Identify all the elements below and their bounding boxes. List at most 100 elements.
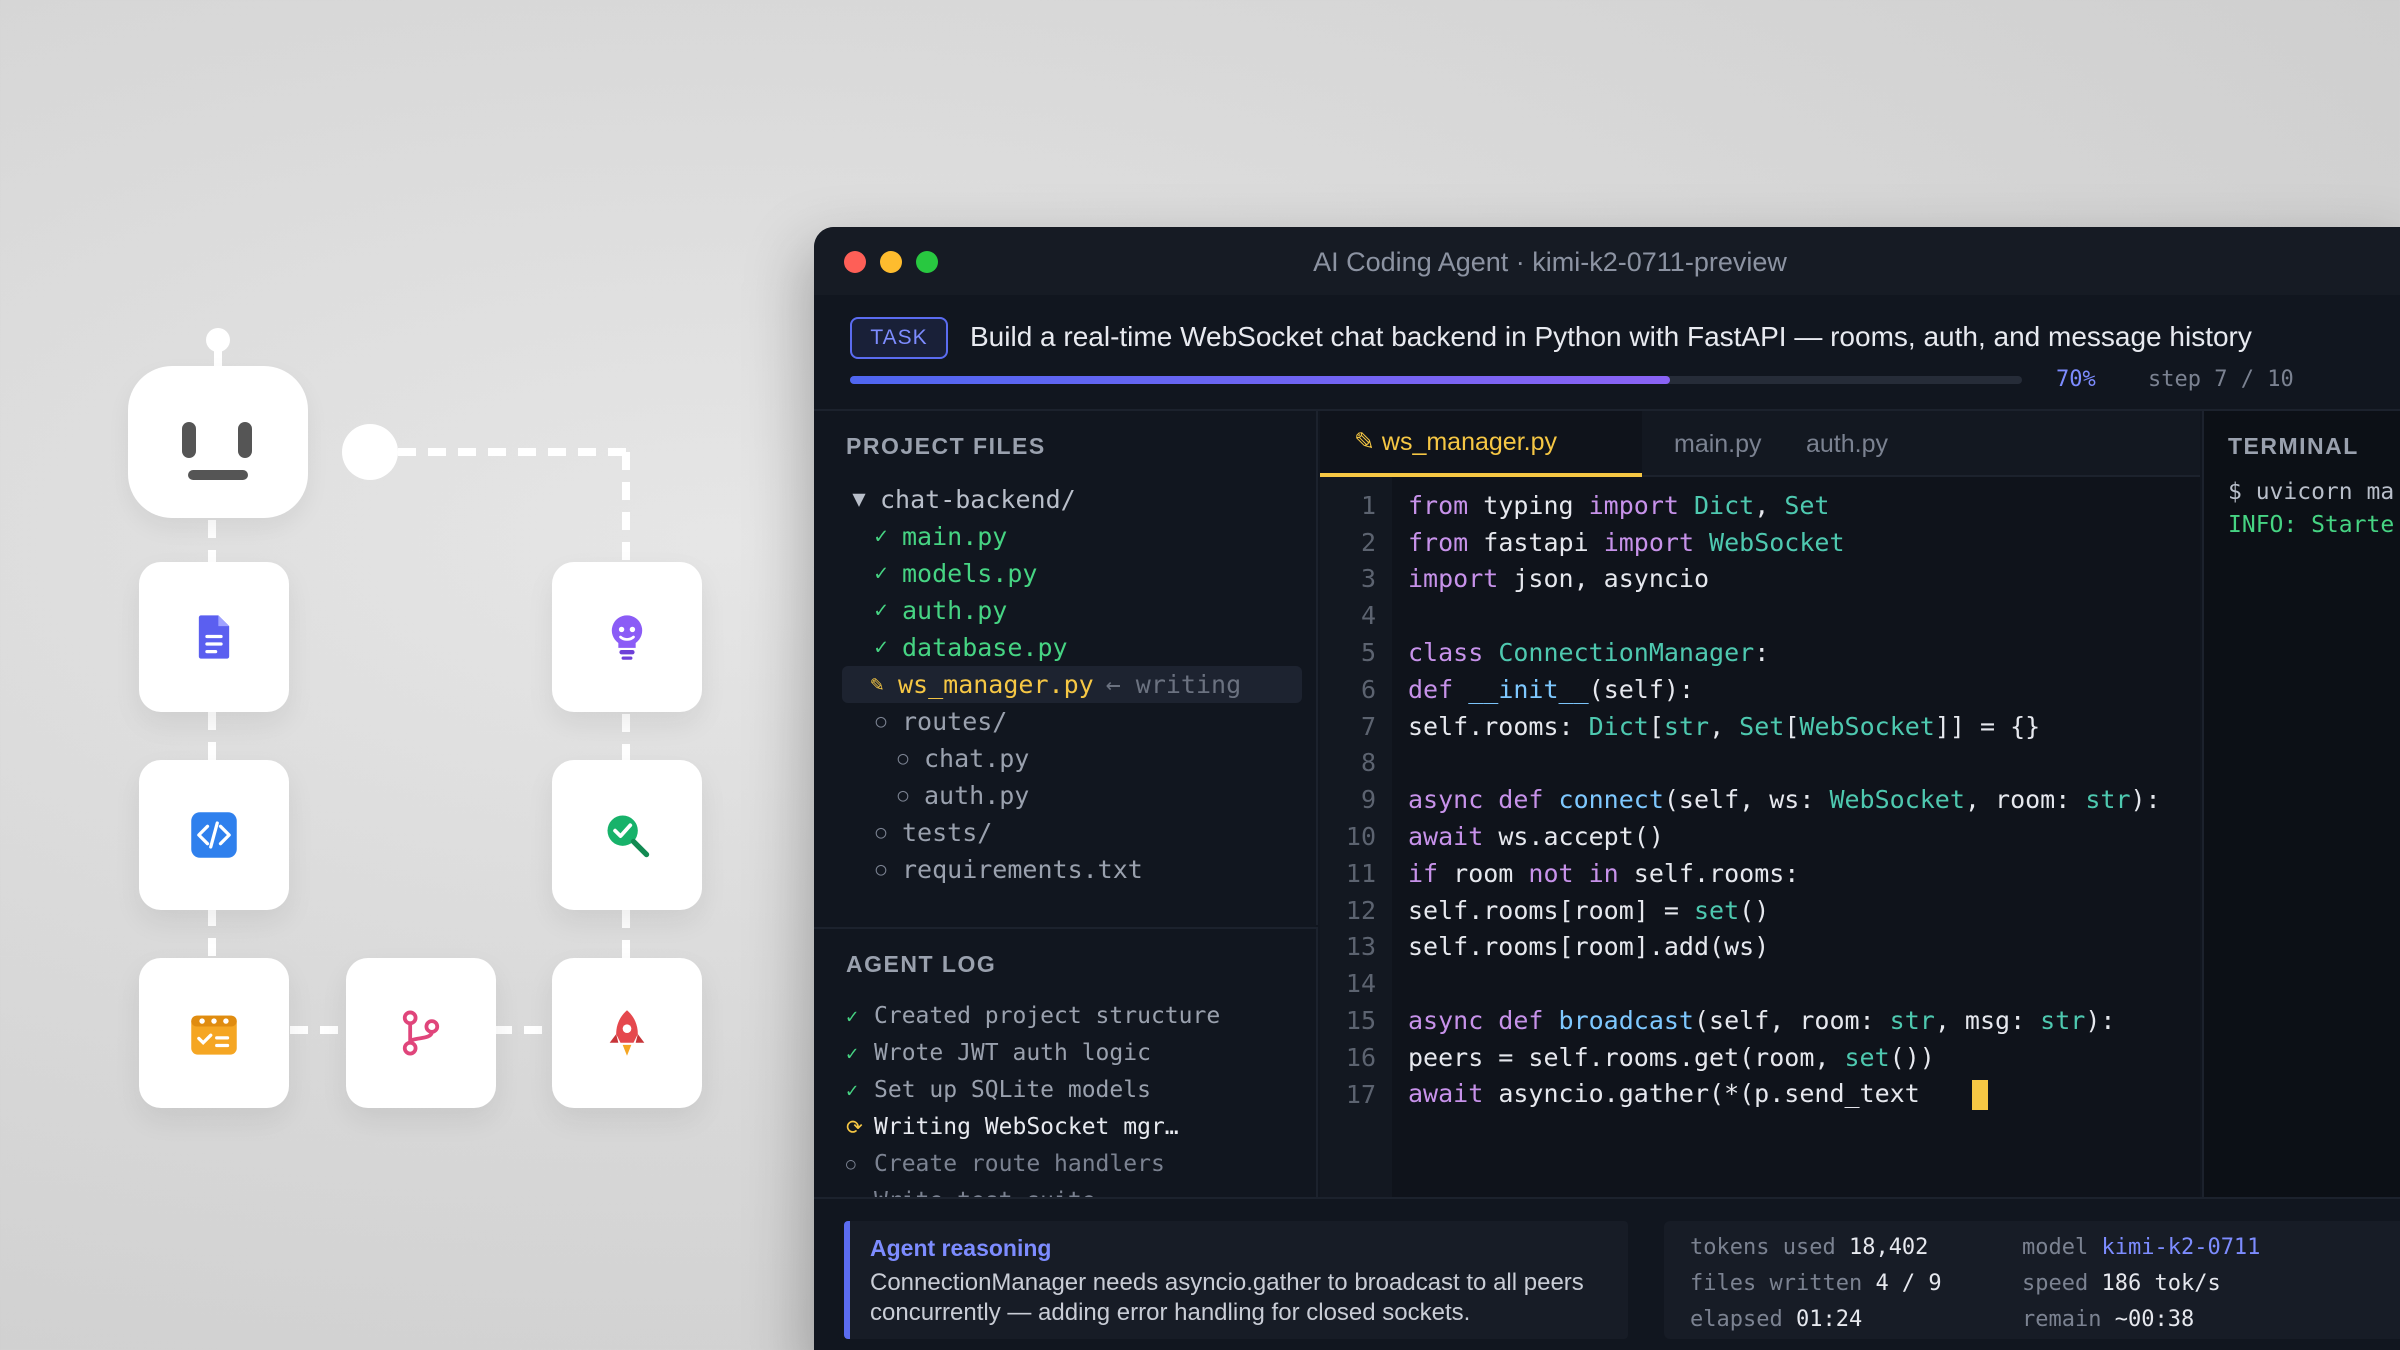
- code-text: async def broadcast(self, room: str, msg…: [1408, 1006, 2115, 1035]
- file-tree-item[interactable]: ✎ ws_manager.py ← writing: [842, 666, 1302, 703]
- line-number: 12: [1345, 895, 1376, 925]
- code-token: broadcast: [1558, 1006, 1694, 1036]
- code-token: ConnectionManager: [1498, 638, 1755, 668]
- check-icon: ✓: [846, 1003, 859, 1028]
- code-token: str: [1889, 1006, 1935, 1036]
- terminal-command-line: $ uvicorn ma: [2228, 479, 2395, 505]
- code-token: self.rooms[room].add(ws): [1408, 932, 1770, 962]
- file-tree-item[interactable]: ○ requirements.txt: [846, 851, 1306, 888]
- file-tree-item[interactable]: ✓ database.py: [846, 629, 1306, 666]
- code-token: set: [1693, 895, 1740, 925]
- code-editor[interactable]: ✎ ws_manager.py main.py auth.py 1 from typi…: [1320, 411, 2200, 1197]
- file-tree-item-label: chat-backend/: [880, 485, 1076, 514]
- code-icon: [191, 812, 237, 858]
- check-icon: ✓: [846, 1040, 859, 1065]
- line-number: 15: [1345, 1006, 1376, 1036]
- code-line: 9 async def connect(self, ws: WebSocket, …: [1320, 781, 2200, 818]
- agent-log-list: ✓ Created project structure ✓ Wrote JWT aut…: [846, 997, 1221, 1198]
- code-token: import: [1603, 527, 1710, 557]
- check-icon: ✓: [874, 524, 888, 549]
- code-text: import json, asyncio: [1408, 564, 1709, 593]
- line-number: 3: [1360, 564, 1376, 594]
- agent-window: AI Coding Agent · kimi-k2-0711-preview T…: [814, 227, 2400, 1350]
- agent-log-item-label: Created project structure: [874, 1002, 1221, 1029]
- file-tree-item[interactable]: ▼ chat-backend/: [846, 481, 1306, 518]
- code-token: not in: [1528, 858, 1634, 888]
- check-icon: ✓: [874, 561, 888, 586]
- code-token: WebSocket: [1799, 711, 1935, 741]
- line-number: 1: [1360, 490, 1376, 520]
- code-line: 15 async def broadcast(self, room: str, m…: [1320, 1002, 2200, 1039]
- code-token: from: [1408, 490, 1484, 520]
- file-tree-item[interactable]: ✓ models.py: [846, 555, 1306, 592]
- file-tree-item[interactable]: ○ chat.py: [846, 740, 1306, 777]
- robot-eye-right: [238, 422, 252, 458]
- code-line: 13 self.rooms[room].add(ws): [1320, 929, 2200, 966]
- code-token: str: [1663, 711, 1710, 741]
- agent-log-item: ⟳ Writing WebSocket mgr…: [846, 1108, 1220, 1145]
- code-text: from fastapi import WebSocket: [1408, 528, 1845, 557]
- code-token: class: [1408, 638, 1499, 668]
- code-token: WebSocket: [1829, 785, 1965, 815]
- editor-tab[interactable]: auth.py: [1806, 411, 1888, 477]
- agent-log-item: ○Write test suite: [846, 1182, 1220, 1198]
- agent-log-item-label: Create route handlers: [874, 1150, 1165, 1177]
- code-text: from typing import Dict, Set: [1408, 491, 1829, 520]
- terminal-panel[interactable]: TERMINAL $ uvicorn ma INFO: Starte: [2202, 411, 2400, 1197]
- file-status-note: ← writing: [1105, 670, 1242, 699]
- file-tree-item-label: chat.py: [924, 744, 1030, 773]
- file-tree-item[interactable]: ○ tests/: [846, 814, 1306, 851]
- code-line: 7 self.rooms: Dict[str, Set[WebSocket]] =…: [1320, 708, 2200, 745]
- code-token: await: [1408, 822, 1499, 852]
- code-token: self.rooms[room] =: [1408, 895, 1694, 925]
- code-text: self.rooms: Dict[str, Set[WebSocket]] = …: [1408, 712, 2040, 741]
- file-tree-item[interactable]: ○ routes/: [846, 703, 1306, 740]
- branch-icon: [402, 1010, 440, 1056]
- file-tree-item-label: auth.py: [902, 596, 1008, 625]
- agent-reasoning-title: Agent reasoning: [870, 1235, 1052, 1261]
- file-tree-item[interactable]: ✓ main.py: [846, 518, 1306, 555]
- code-token: , msg:: [1934, 1006, 2041, 1036]
- code-token: def: [1408, 674, 1469, 704]
- file-tree-item-label: database.py: [902, 633, 1068, 662]
- code-token: [: [1648, 711, 1664, 741]
- task-progress-bar: [850, 376, 2022, 384]
- stat-model: model kimi-k2-0711: [2022, 1235, 2261, 1260]
- code-area[interactable]: 1 from typing import Dict, Set 2 from fasta…: [1320, 487, 2200, 1113]
- line-number: 11: [1345, 858, 1376, 888]
- flow-step-plan: [139, 958, 289, 1108]
- line-number: 4: [1360, 601, 1376, 631]
- file-tree-item-label: requirements.txt: [902, 855, 1143, 884]
- code-token: , room:: [1964, 785, 2086, 815]
- project-files-panel: PROJECT FILES ▼ chat-backend/ ✓ main.py ✓ mod…: [814, 411, 1318, 925]
- line-number: 8: [1360, 748, 1376, 778]
- step-counter: step 7 / 10: [2148, 367, 2294, 392]
- code-line: 11 if room not in self.rooms:: [1320, 855, 2200, 892]
- check-icon: ✓: [874, 635, 888, 660]
- task-badge: TASK: [850, 317, 948, 359]
- rocket-icon: [609, 1010, 645, 1056]
- agent-log-panel: AGENT LOG ✓ Created project structure ✓ Wro…: [814, 927, 1318, 1197]
- editor-tab[interactable]: ✎ ws_manager.py: [1320, 411, 1642, 477]
- code-token: (): [1739, 895, 1770, 925]
- checklist-calendar-icon: [191, 1015, 237, 1055]
- search-check-icon: [607, 815, 650, 858]
- flow-step-review: [552, 760, 702, 910]
- code-token: str: [2040, 1006, 2086, 1036]
- code-line: 14: [1320, 965, 2200, 1002]
- code-token: async def: [1408, 785, 1559, 815]
- pencil-icon: ✎: [870, 672, 884, 697]
- agent-log-item: ✓ Set up SQLite models: [846, 1071, 1220, 1108]
- file-tree-item[interactable]: ✓ auth.py: [846, 592, 1306, 629]
- file-tree-item[interactable]: ○ auth.py: [846, 777, 1306, 814]
- code-token: asyncio.gather(*(p.send_text: [1498, 1078, 1920, 1108]
- code-text: peers = self.rooms.get(room, set()): [1408, 1043, 1935, 1072]
- task-bar: TASK Build a real-time WebSocket chat ba…: [814, 295, 2400, 411]
- editor-tab[interactable]: main.py: [1674, 411, 1762, 477]
- code-token: __init__: [1468, 674, 1589, 704]
- code-token: Set: [1784, 490, 1830, 520]
- agent-log-item-label: Wrote JWT auth logic: [874, 1039, 1151, 1066]
- title-bar: AI Coding Agent · kimi-k2-0711-preview: [814, 227, 2400, 295]
- code-line: 5 class ConnectionManager:: [1320, 634, 2200, 671]
- code-text: await ws.accept(): [1408, 822, 1664, 851]
